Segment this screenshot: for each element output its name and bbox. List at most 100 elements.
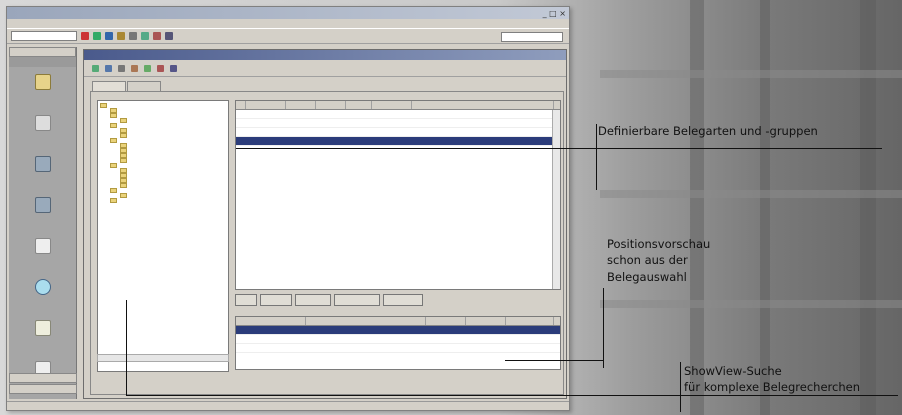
callout-showview-vline (680, 362, 681, 412)
sidebar-item[interactable] (9, 115, 76, 149)
beleg-grid (235, 100, 561, 290)
table-row[interactable] (236, 128, 560, 137)
network-icon (34, 197, 51, 213)
callout-belegarten: Definierbare Belegarten und -gruppen (598, 124, 818, 138)
mail-icon (34, 320, 51, 336)
toolbar-icon[interactable] (93, 32, 101, 40)
tab-belegauswahl[interactable] (92, 81, 126, 91)
grid-header (236, 101, 560, 110)
edit-icon (105, 64, 112, 72)
window-titlebar: _ □ × (7, 7, 569, 19)
document-icon (34, 115, 51, 131)
status-bar (7, 401, 569, 410)
toolbar-button[interactable] (118, 64, 125, 72)
table-row[interactable] (236, 110, 560, 119)
company-combo[interactable] (11, 31, 77, 41)
toolbar-icon[interactable] (117, 32, 125, 40)
callout-showview-hline (126, 395, 898, 396)
column-header[interactable] (466, 317, 506, 325)
tab-panel (90, 91, 564, 395)
view-icon (170, 64, 177, 72)
column-header[interactable] (372, 101, 412, 109)
navigation-sidebar (9, 47, 77, 399)
grid-button[interactable] (260, 294, 292, 306)
grid-button[interactable] (295, 294, 331, 306)
toolbar-icon[interactable] (129, 32, 137, 40)
sidebar-item[interactable] (9, 320, 76, 354)
sidebar-footer-button[interactable] (9, 373, 77, 383)
shelf-post (690, 0, 704, 415)
sidebar-item[interactable] (9, 156, 76, 190)
sidebar-footer-button[interactable] (9, 384, 77, 394)
callout-showview-tree-vline (126, 300, 127, 396)
app-window: _ □ × (6, 6, 570, 411)
shelf-beam (600, 190, 902, 198)
grid-button[interactable] (334, 294, 380, 306)
grid-button-row (235, 294, 423, 306)
shelf-beam (600, 300, 902, 308)
column-header[interactable] (236, 317, 306, 325)
toolbar-button[interactable] (144, 64, 151, 72)
callout-positionsvorschau-line2: schon aus der (607, 253, 688, 267)
callout-positionsvorschau-line1: Positionsvorschau (607, 237, 711, 251)
sidebar-item[interactable] (9, 74, 76, 108)
document-window-title (84, 50, 566, 60)
grid-button[interactable] (235, 294, 257, 306)
sidebar-item[interactable] (9, 279, 76, 313)
date-field[interactable] (501, 32, 563, 42)
toolbar-icon[interactable] (141, 32, 149, 40)
sidebar-item[interactable] (9, 197, 76, 231)
callout-showview-line1: ShowView-Suche (684, 364, 782, 378)
column-header[interactable] (246, 101, 286, 109)
callout-positionsvorschau-hline (505, 360, 603, 361)
sidebar-group-header[interactable] (9, 57, 76, 67)
report-icon (34, 238, 51, 254)
sidebar-header[interactable] (9, 47, 76, 57)
column-header[interactable] (236, 101, 246, 109)
toolbar-icon[interactable] (153, 32, 161, 40)
belegart-tree (97, 100, 229, 372)
shelf-post (760, 0, 770, 415)
column-header[interactable] (286, 101, 316, 109)
callout-belegarten-hline (236, 148, 882, 149)
tab-detail[interactable] (127, 81, 161, 91)
callout-positionsvorschau-vline (603, 288, 604, 368)
column-header[interactable] (412, 101, 554, 109)
folder-icon (34, 74, 51, 90)
column-header[interactable] (316, 101, 346, 109)
toolbar-button[interactable] (92, 64, 99, 72)
column-header[interactable] (346, 101, 372, 109)
table-row[interactable] (236, 335, 560, 344)
toolbar-button[interactable] (105, 64, 112, 72)
settings-icon (144, 64, 151, 72)
tab-strip (92, 81, 162, 91)
menu-bar (7, 19, 569, 28)
table-row[interactable] (236, 344, 560, 353)
new-icon (92, 64, 99, 72)
window-controls[interactable]: _ □ × (543, 8, 566, 19)
copy-icon (131, 64, 138, 72)
tree-horizontal-scrollbar[interactable] (97, 354, 229, 362)
column-header[interactable] (306, 317, 426, 325)
table-row-selected[interactable] (236, 137, 560, 146)
document-toolbar (84, 60, 566, 77)
toolbar-icon[interactable] (105, 32, 113, 40)
toolbar-button[interactable] (131, 64, 138, 72)
document-window (83, 49, 567, 399)
toolbar-button[interactable] (170, 64, 177, 72)
column-header[interactable] (426, 317, 466, 325)
print-icon (118, 64, 125, 72)
toolbar-icon[interactable] (165, 32, 173, 40)
grid-button[interactable] (383, 294, 423, 306)
toolbar-button[interactable] (157, 64, 164, 72)
grid-vertical-scrollbar[interactable] (552, 110, 560, 289)
table-row[interactable] (236, 119, 560, 128)
table-row-selected[interactable] (236, 326, 560, 335)
column-header[interactable] (506, 317, 554, 325)
toolbar-icon[interactable] (81, 32, 89, 40)
tree-node[interactable] (100, 198, 226, 203)
shelf-post (860, 0, 876, 415)
callout-belegarten-vline (596, 124, 597, 190)
main-toolbar (7, 28, 569, 44)
sidebar-item[interactable] (9, 238, 76, 272)
